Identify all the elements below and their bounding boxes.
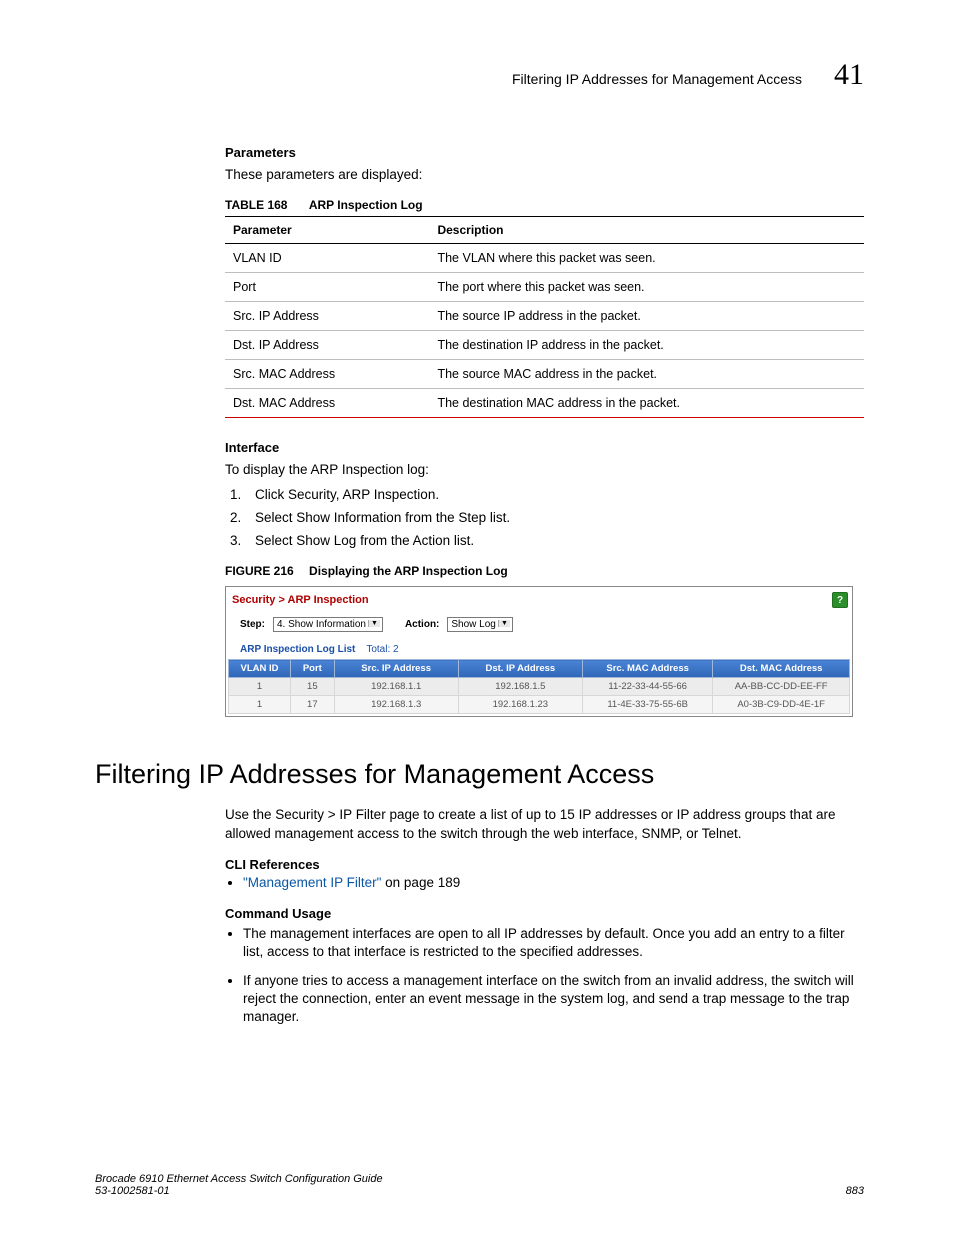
table-row: Src. MAC AddressThe source MAC address i… [225, 360, 864, 389]
steps-list: Click Security, ARP Inspection. Select S… [225, 487, 864, 548]
interface-heading: Interface [225, 440, 864, 455]
grid-header: Src. IP Address [334, 660, 458, 678]
breadcrumb: Security > ARP Inspection [232, 594, 369, 606]
table-row: Dst. MAC AddressThe destination MAC addr… [225, 389, 864, 418]
grid-header: VLAN ID [229, 660, 291, 678]
cli-reference-item: "Management IP Filter" on page 189 [243, 874, 864, 892]
cli-reference-suffix: on page 189 [381, 875, 460, 890]
grid-row: 1 17 192.168.1.3 192.168.1.23 11-4E-33-7… [229, 696, 850, 714]
footer-page-number: 883 [846, 1185, 864, 1197]
table-row: VLAN IDThe VLAN where this packet was se… [225, 244, 864, 273]
parameters-heading: Parameters [225, 145, 864, 160]
command-usage-heading: Command Usage [225, 906, 864, 921]
usage-item: The management interfaces are open to al… [243, 925, 864, 961]
grid-header: Port [291, 660, 334, 678]
page-footer: Brocade 6910 Ethernet Access Switch Conf… [95, 1173, 864, 1197]
figure-caption: FIGURE 216 Displaying the ARP Inspection… [225, 564, 864, 578]
cli-references-heading: CLI References [225, 857, 864, 872]
running-header-title: Filtering IP Addresses for Management Ac… [512, 71, 802, 87]
step-item: Click Security, ARP Inspection. [245, 487, 864, 502]
step-select[interactable]: 4. Show Information [273, 617, 383, 632]
action-label: Action: [405, 619, 439, 630]
grid-header: Dst. IP Address [458, 660, 582, 678]
table-row: Dst. IP AddressThe destination IP addres… [225, 331, 864, 360]
table-caption: TABLE 168 ARP Inspection Log [225, 198, 864, 212]
action-select[interactable]: Show Log [447, 617, 512, 632]
section-title: Filtering IP Addresses for Management Ac… [95, 759, 864, 790]
section-intro: Use the Security > IP Filter page to cre… [225, 806, 864, 842]
footer-doc-number: 53-1002581-01 [95, 1185, 383, 1197]
figure-caption-title: Displaying the ARP Inspection Log [309, 564, 508, 578]
cli-reference-link[interactable]: "Management IP Filter" [243, 875, 381, 890]
table-caption-label: TABLE 168 [225, 198, 287, 212]
table-row: PortThe port where this packet was seen. [225, 273, 864, 302]
parameter-table: Parameter Description VLAN IDThe VLAN wh… [225, 216, 864, 418]
parameters-intro: These parameters are displayed: [225, 166, 864, 184]
chapter-number: 41 [834, 60, 864, 90]
help-icon[interactable]: ? [832, 592, 848, 608]
footer-book-title: Brocade 6910 Ethernet Access Switch Conf… [95, 1173, 383, 1185]
grid-row: 1 15 192.168.1.1 192.168.1.5 11-22-33-44… [229, 678, 850, 696]
table-caption-title: ARP Inspection Log [309, 198, 423, 212]
step-label: Step: [240, 619, 265, 630]
running-header: Filtering IP Addresses for Management Ac… [95, 60, 864, 90]
grid-header: Dst. MAC Address [713, 660, 850, 678]
param-col-header: Parameter [225, 217, 429, 244]
table-row: Src. IP AddressThe source IP address in … [225, 302, 864, 331]
step-item: Select Show Log from the Action list. [245, 533, 864, 548]
screenshot-panel: Security > ARP Inspection ? Step: 4. Sho… [225, 586, 853, 717]
log-list-total: Total: 2 [366, 644, 398, 655]
log-grid: VLAN ID Port Src. IP Address Dst. IP Add… [228, 659, 850, 714]
interface-intro: To display the ARP Inspection log: [225, 461, 864, 479]
step-item: Select Show Information from the Step li… [245, 510, 864, 525]
usage-item: If anyone tries to access a management i… [243, 972, 864, 1027]
grid-header: Src. MAC Address [582, 660, 712, 678]
log-list-title: ARP Inspection Log List [240, 644, 355, 655]
log-list-title-row: ARP Inspection Log List Total: 2 [226, 640, 852, 659]
desc-col-header: Description [429, 217, 864, 244]
figure-caption-label: FIGURE 216 [225, 564, 294, 578]
